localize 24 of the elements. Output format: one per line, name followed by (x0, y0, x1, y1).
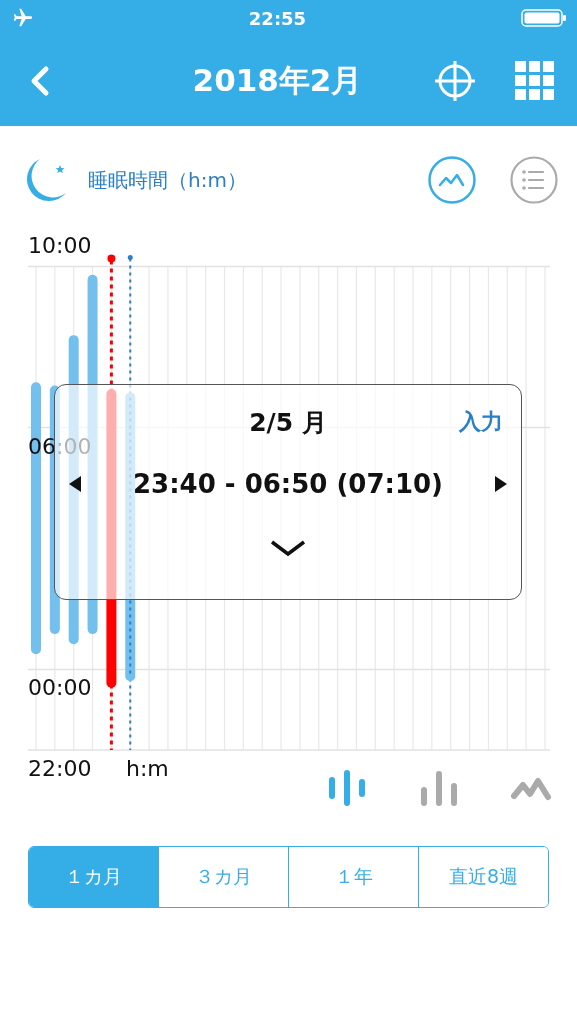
period-tab[interactable]: 直近8週 (418, 847, 548, 907)
status-time: 22:55 (247, 7, 308, 29)
axis-label: 22:00 (28, 756, 92, 781)
input-link[interactable]: 入力 (459, 407, 503, 437)
list-icon[interactable] (509, 155, 559, 205)
airplane-icon (12, 7, 34, 29)
nav-title: 2018年2月 (191, 61, 364, 100)
strip-chart-icon[interactable] (327, 770, 367, 806)
sleep-bar[interactable] (106, 389, 117, 688)
sleep-range: 23:40 - 06:50 (07:10) (133, 469, 443, 499)
axis-unit: h:m (126, 756, 169, 781)
section-title: 睡眠時間（h:m） (88, 166, 247, 194)
next-icon[interactable] (495, 476, 507, 492)
previous-icon[interactable] (69, 476, 81, 492)
axis-label: 00:00 (28, 675, 92, 701)
chart-view-icon[interactable] (427, 155, 477, 205)
axis-label: 10:00 (28, 233, 92, 259)
crosshair-icon[interactable] (433, 59, 477, 103)
bar-chart-icon[interactable] (419, 770, 459, 806)
grid-icon[interactable] (515, 61, 555, 101)
popup-date: 2/5 月 (249, 406, 327, 439)
chevron-down-icon[interactable] (270, 539, 306, 557)
battery-icon (521, 8, 567, 28)
period-tab[interactable]: １カ月 (29, 847, 158, 907)
